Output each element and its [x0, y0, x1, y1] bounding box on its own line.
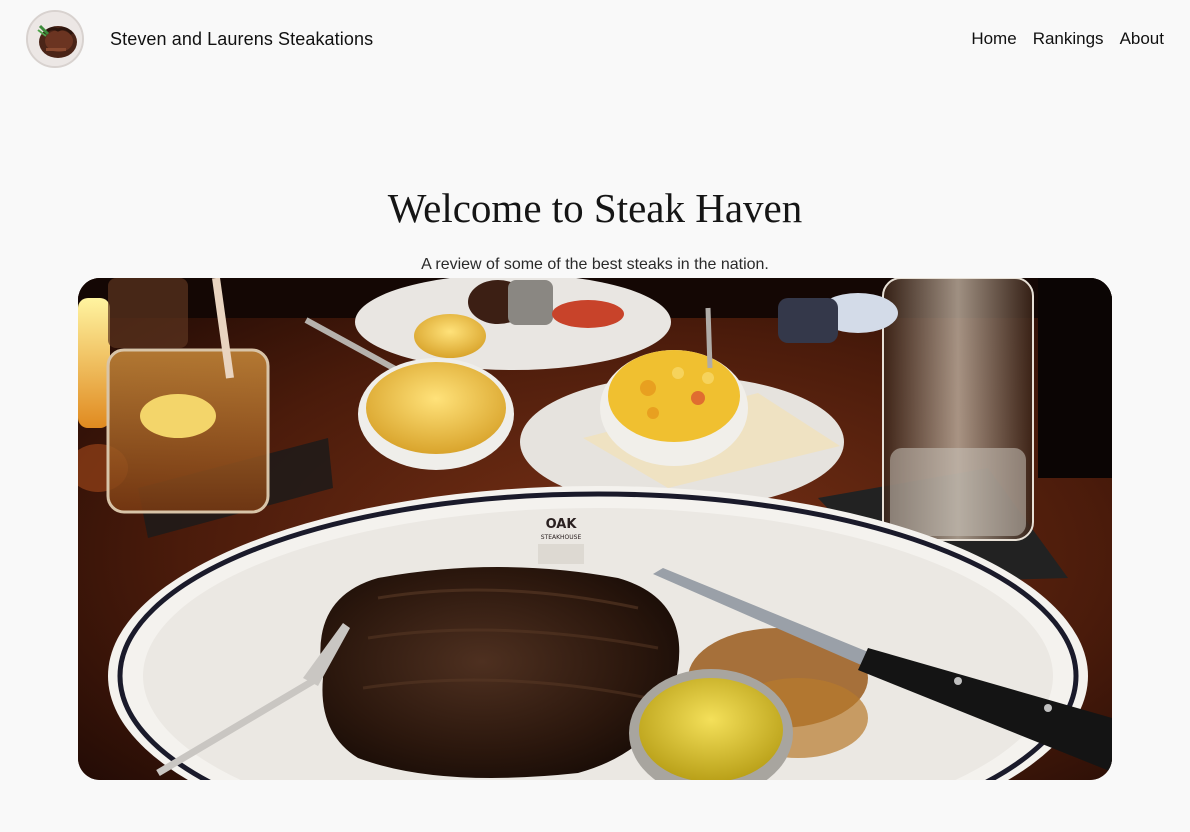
steak-photo-icon: [28, 12, 82, 66]
plate-brand-subtext: STEAKHOUSE: [541, 534, 582, 541]
nav-rankings-link[interactable]: Rankings: [1033, 29, 1104, 49]
navbar: Steven and Laurens Steakations Home Rank…: [0, 0, 1190, 78]
nav-home-link[interactable]: Home: [971, 29, 1016, 49]
hero-photo: OAK STEAKHOUSE: [78, 278, 1112, 780]
nav-links: Home Rankings About: [971, 29, 1164, 49]
site-logo[interactable]: [26, 10, 84, 68]
hero-subtitle: A review of some of the best steaks in t…: [421, 256, 769, 273]
steak-dinner-photo: OAK STEAKHOUSE: [78, 278, 1112, 780]
nav-about-link[interactable]: About: [1120, 29, 1164, 49]
brand-name[interactable]: Steven and Laurens Steakations: [110, 29, 373, 50]
hero-title: Welcome to Steak Haven: [387, 185, 803, 231]
plate-brand-text: OAK: [546, 517, 578, 532]
